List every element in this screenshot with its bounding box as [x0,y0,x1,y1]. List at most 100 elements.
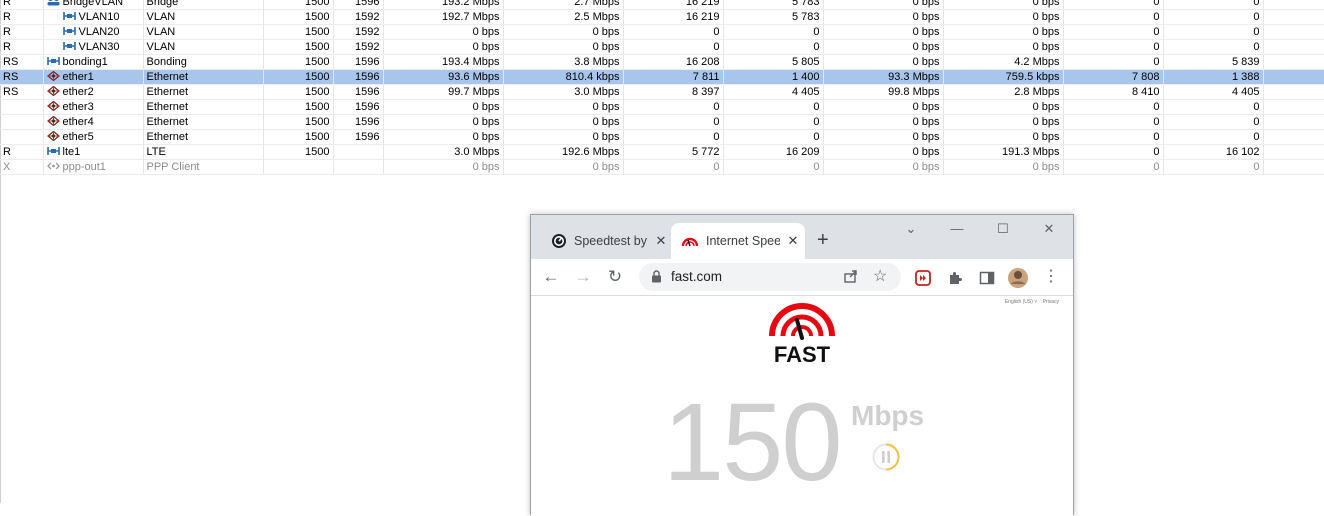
interface-row-ether3[interactable]: ether3 Ethernet 1500 1596 0 bps 0 bps 0 0 0 bps 0… [0,99,1324,115]
back-icon[interactable]: ← [541,267,561,287]
new-tab-button[interactable]: + [817,229,829,251]
tx-packet-cell: 0 [623,114,724,130]
ethernet-icon [46,101,63,113]
type-cell: Ethernet [143,114,264,130]
fp-rx-packet-cell: 1 388 [1163,69,1264,85]
type-cell: Ethernet [143,129,264,145]
fast-logo-text: FAST [774,342,831,364]
interface-row-VLAN30[interactable]: R VLAN30 VLAN 1500 1592 0 bps 0 bps 0 0 0 bps 0 bp… [0,39,1324,55]
fp-rx-rate-cell: 4.2 Mbps [943,54,1064,70]
flags-cell: R [0,144,44,160]
window-close-icon[interactable]: ✕ [1039,221,1059,237]
fp-tx-rate-cell: 0 bps [823,39,944,55]
mtu-cell: 1500 [263,69,334,85]
flags-cell [0,114,44,130]
fp-rx-packet-cell: 4 405 [1163,84,1264,100]
interface-row-lte1[interactable]: Rlte1 LTE 1500 3.0 Mbps 192.6 Mbps 5 772 16 20… [0,144,1324,160]
rx-packet-cell: 0 [723,24,824,40]
fp-tx-packet-cell: 0 [1063,0,1164,10]
l2mtu-cell: 1592 [333,9,384,25]
menu-kebab-icon[interactable]: ⋮ [1041,267,1061,287]
privacy-link[interactable]: Privacy [1043,299,1059,305]
interface-name: ppp-out1 [62,161,106,173]
interface-row-ether4[interactable]: ether4 Ethernet 1500 1596 0 bps 0 bps 0 0 0 bps 0… [0,114,1324,130]
interface-row-BridgeVLAN[interactable]: R BridgeVLAN Bridge 1500 1596 193.2 Mbps 2.7 M… [0,0,1324,10]
pause-icon[interactable] [871,442,901,472]
page-viewport: English (US) ˅ Privacy FAST 150 Mbps [531,296,1073,516]
reload-icon[interactable]: ↻ [605,267,625,287]
name-wrapper: ether3 [46,100,94,114]
close-icon[interactable]: ✕ [654,233,668,249]
name-cell: VLAN10 [43,9,144,25]
interface-row-ether1[interactable]: RS ether1 Ethernet 1500 1596 93.6 Mbps 810.4 k… [0,69,1324,85]
tab-fast[interactable]: Internet Speed Test ✕ [671,223,805,259]
bookmark-star-icon[interactable]: ☆ [873,266,887,286]
extensions-puzzle-icon[interactable] [947,270,963,286]
spacer-cell [1263,114,1324,130]
type-cell: Ethernet [143,99,264,115]
ethernet-icon [46,86,63,98]
side-panel-icon[interactable] [979,270,995,286]
tx-rate-cell: 0 bps [383,159,504,175]
tx-rate-cell: 0 bps [383,129,504,145]
lock-icon[interactable] [651,270,662,283]
tx-packet-cell: 16 219 [623,0,724,10]
fp-tx-packet-cell: 8 410 [1063,84,1164,100]
rx-rate-cell: 192.6 Mbps [503,144,624,160]
profile-avatar-icon[interactable] [1007,267,1029,289]
name-wrapper: VLAN10 [47,10,119,24]
rx-packet-cell: 0 [723,39,824,55]
mtu-cell: 1500 [263,54,334,70]
tx-rate-cell: 193.4 Mbps [383,54,504,70]
l2mtu-cell: 1592 [333,39,384,55]
vlan-icon [62,41,79,53]
type-cell: PPP Client [143,159,264,175]
spacer-cell [1263,39,1324,55]
minimize-icon[interactable]: — [947,221,967,236]
tx-packet-cell: 0 [623,24,724,40]
tx-packet-cell: 0 [623,99,724,115]
mtu-cell: 1500 [263,84,334,100]
name-wrapper: ether1 [46,70,94,84]
rx-rate-cell: 3.0 Mbps [503,84,624,100]
tab-search-icon[interactable]: ⌄ [901,221,921,237]
type-cell: Ethernet [143,69,264,85]
interface-row-ether5[interactable]: ether5 Ethernet 1500 1596 0 bps 0 bps 0 0 0 bps 0… [0,129,1324,145]
interface-row-VLAN20[interactable]: R VLAN20 VLAN 1500 1592 0 bps 0 bps 0 0 0 bps 0 bp… [0,24,1324,40]
language-link[interactable]: English (US) ˅ [1005,299,1037,305]
forward-icon[interactable]: → [573,267,593,287]
l2mtu-cell: 1592 [333,24,384,40]
address-bar[interactable]: fast.com ☆ [639,263,901,291]
rx-packet-cell: 5 783 [723,0,824,10]
close-icon[interactable]: ✕ [786,233,800,249]
interface-row-bonding1[interactable]: RS bonding1 Bonding 1500 1596 193.4 Mbps 3.8 M… [0,54,1324,70]
browser-window: Speedtest by Ookla ✕ Internet Speed Test… [530,214,1074,516]
interface-row-ppp-out1[interactable]: Xppp-out1 PPP Client 0 bps 0 bps 0 0 0 bps 0 bp… [0,159,1324,175]
maximize-icon[interactable]: ☐ [993,221,1013,237]
fp-rx-packet-cell: 0 [1163,24,1264,40]
speed-value: 150 [663,381,843,504]
mtu-cell: 1500 [263,0,334,10]
vlan-icon [62,11,79,23]
type-cell: VLAN [143,24,264,40]
rx-rate-cell: 0 bps [503,39,624,55]
share-icon[interactable] [843,268,859,284]
tx-packet-cell: 5 772 [623,144,724,160]
interface-name: BridgeVLAN [62,0,124,8]
extension-red-icon[interactable] [915,270,931,286]
interface-row-ether2[interactable]: RS ether2 Ethernet 1500 1596 99.7 Mbps 3.0 Mbp… [0,84,1324,100]
fp-rx-packet-cell: 0 [1163,159,1264,175]
fast-logo-icon: FAST [769,303,835,364]
speedtest-icon [552,234,566,248]
tab-speedtest[interactable]: Speedtest by Ookla ✕ [537,223,669,259]
rx-packet-cell: 5 805 [723,54,824,70]
rx-packet-cell: 0 [723,129,824,145]
interface-name: ether1 [62,71,94,83]
tx-packet-cell: 7 811 [623,69,724,85]
name-wrapper: ether2 [46,85,94,99]
url-text[interactable]: fast.com [671,269,722,284]
interface-row-VLAN10[interactable]: R VLAN10 VLAN 1500 1592 192.7 Mbps 2.5 Mbps 16 … [0,9,1324,25]
l2mtu-cell: 1596 [333,114,384,130]
l2mtu-cell: 1596 [333,69,384,85]
tx-rate-cell: 193.2 Mbps [383,0,504,10]
